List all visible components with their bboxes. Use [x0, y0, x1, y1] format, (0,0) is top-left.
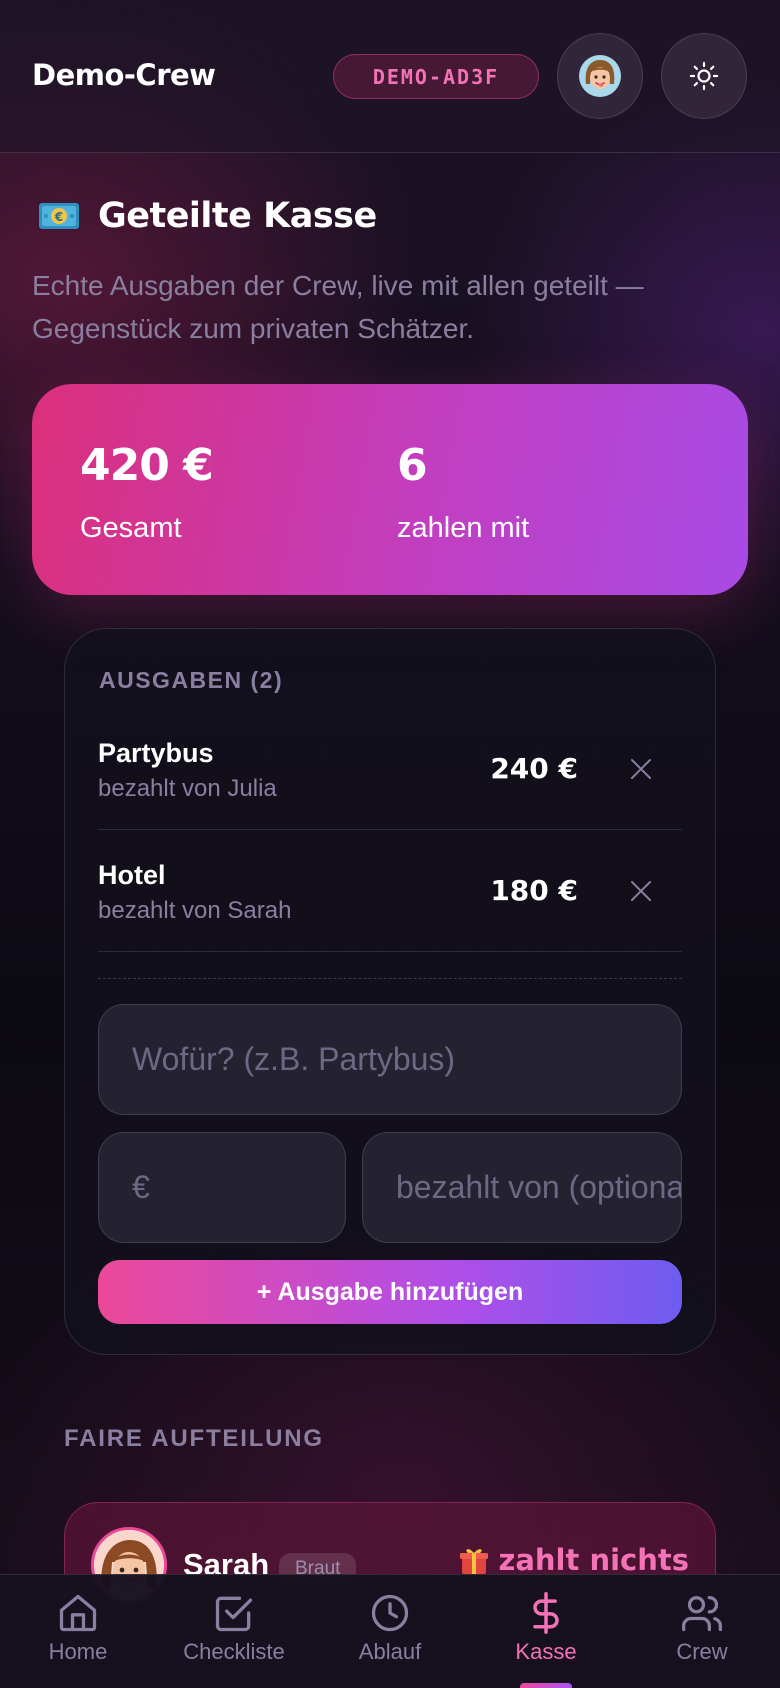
- app-header: Demo-Crew DEMO-AD3F: [0, 0, 780, 153]
- split-status: zahlt nichts: [458, 1543, 689, 1577]
- expense-payer-input[interactable]: [362, 1132, 682, 1243]
- bottom-navigation: Home Checkliste Ablauf Kasse Crew: [0, 1574, 780, 1688]
- split-status-text: zahlt nichts: [498, 1543, 689, 1577]
- crew-code-badge[interactable]: DEMO-AD3F: [333, 54, 539, 99]
- dollar-icon: [533, 1592, 559, 1634]
- expense-description-input[interactable]: [98, 1004, 682, 1115]
- expense-row: Partybus bezahlt von Julia 240 €: [98, 708, 682, 830]
- add-expense-button[interactable]: + Ausgabe hinzufügen: [98, 1260, 682, 1324]
- checklist-icon: [215, 1596, 253, 1632]
- gift-icon: [460, 1549, 489, 1574]
- avatar-woman-icon: [579, 55, 621, 97]
- nav-item-kasse[interactable]: Kasse: [468, 1575, 624, 1688]
- nav-label: Home: [48, 1639, 108, 1664]
- expenses-header: AUSGABEN (2): [99, 667, 284, 693]
- nav-item-crew[interactable]: Crew: [624, 1575, 780, 1688]
- expense-row: Hotel bezahlt von Sarah 180 €: [98, 830, 682, 952]
- expense-name: Hotel: [98, 860, 166, 890]
- total-label: Gesamt: [80, 512, 182, 544]
- nav-item-checkliste[interactable]: Checkliste: [156, 1575, 312, 1688]
- payer-count-label: zahlen mit: [397, 512, 530, 544]
- expense-amount-input[interactable]: [98, 1132, 346, 1243]
- expense-payer: bezahlt von Sarah: [98, 897, 292, 924]
- nav-label: Ablauf: [358, 1639, 422, 1664]
- users-icon: [682, 1595, 722, 1632]
- total-amount: 420 €: [80, 440, 214, 491]
- money-banknote-icon: €: [39, 203, 79, 229]
- crew-title: Demo-Crew: [32, 58, 216, 92]
- sun-icon: [689, 61, 719, 91]
- nav-label: Checkliste: [183, 1639, 285, 1664]
- expense-payer: bezahlt von Julia: [98, 775, 277, 802]
- active-tab-indicator: [520, 1683, 572, 1688]
- profile-button[interactable]: [557, 33, 643, 119]
- nav-item-home[interactable]: Home: [0, 1575, 156, 1688]
- split-header: FAIRE AUFTEILUNG: [64, 1425, 324, 1452]
- section-title: Geteilte Kasse: [98, 196, 377, 236]
- section-description: Echte Ausgaben der Crew, live mit allen …: [32, 270, 644, 344]
- expense-amount: 240 €: [490, 752, 578, 785]
- form-divider: [98, 978, 682, 979]
- svg-text:€: €: [54, 210, 63, 224]
- clock-icon: [371, 1594, 409, 1632]
- nav-label: Kasse: [515, 1639, 577, 1664]
- expense-amount: 180 €: [490, 874, 578, 907]
- kasse-summary-card: 420 € Gesamt 6 zahlen mit: [32, 384, 748, 595]
- theme-toggle-button[interactable]: [661, 33, 747, 119]
- expense-name: Partybus: [98, 738, 214, 768]
- nav-item-ablauf[interactable]: Ablauf: [312, 1575, 468, 1688]
- payer-count: 6: [397, 440, 428, 491]
- delete-expense-close-icon[interactable]: [628, 878, 654, 904]
- home-icon: [59, 1594, 97, 1632]
- nav-label: Crew: [676, 1639, 728, 1664]
- delete-expense-close-icon[interactable]: [628, 756, 654, 782]
